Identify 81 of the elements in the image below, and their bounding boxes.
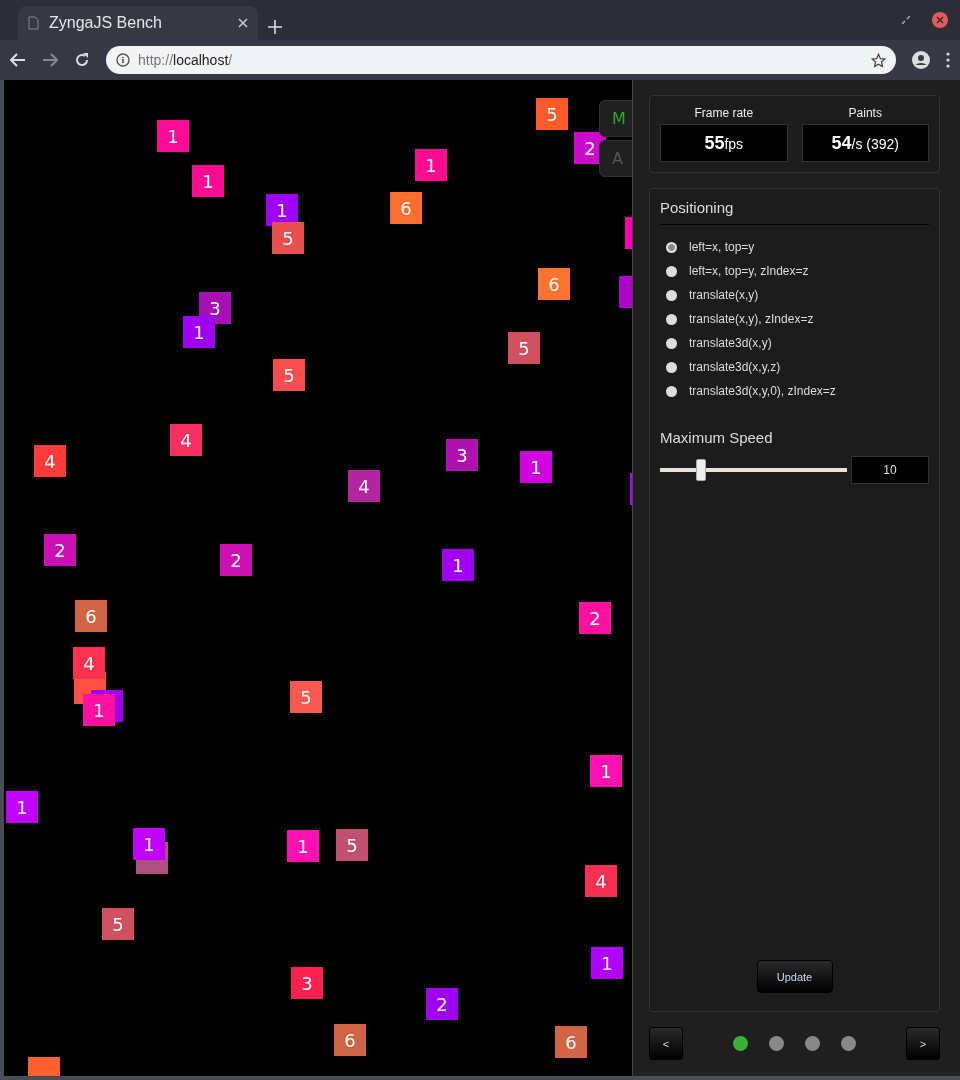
number-tile: 4 bbox=[170, 424, 202, 456]
number-tile: 1 bbox=[83, 694, 115, 726]
option-label: translate3d(x,y,0), zIndex=z bbox=[689, 384, 836, 398]
previous-button[interactable]: < bbox=[649, 1027, 683, 1060]
number-tile: 1 bbox=[6, 791, 38, 823]
radio-button[interactable] bbox=[666, 241, 677, 253]
radio-button[interactable] bbox=[666, 313, 677, 325]
address-bar[interactable]: http://localhost/ bbox=[106, 46, 896, 74]
number-tile: 1 bbox=[157, 120, 189, 152]
number-tile: 6 bbox=[390, 192, 422, 224]
number-tile: 6 bbox=[555, 1026, 587, 1058]
number-tile: 5 bbox=[536, 98, 568, 130]
stat-title: Paints bbox=[848, 106, 882, 120]
radio-button[interactable] bbox=[666, 289, 677, 301]
option-label: translate(x,y) bbox=[689, 288, 759, 302]
option-label: left=x, top=y bbox=[689, 240, 755, 254]
radio-button[interactable] bbox=[666, 385, 677, 397]
forward-icon[interactable] bbox=[42, 53, 58, 67]
side-tab[interactable]: M bbox=[599, 100, 632, 137]
new-tab-icon[interactable] bbox=[268, 20, 282, 34]
number-tile: 1 bbox=[591, 947, 623, 979]
browser-tab[interactable]: ZyngaJS Bench bbox=[18, 6, 258, 40]
option-label: translate3d(x,y) bbox=[689, 336, 772, 350]
number-tile: 2 bbox=[579, 602, 611, 634]
page-icon bbox=[28, 16, 39, 30]
info-icon bbox=[116, 53, 130, 67]
slider-thumb[interactable] bbox=[696, 459, 707, 481]
close-icon[interactable] bbox=[238, 18, 248, 28]
stat-title: Frame rate bbox=[694, 106, 754, 120]
number-tile: 4 bbox=[34, 445, 66, 477]
number-tile: 6 bbox=[75, 600, 107, 632]
option-label: left=x, top=y, zIndex=z bbox=[689, 264, 809, 278]
update-button[interactable]: Update bbox=[756, 960, 833, 993]
menu-icon[interactable] bbox=[946, 52, 950, 68]
number-tile: 4 bbox=[585, 865, 617, 897]
number-tile: 4 bbox=[348, 470, 380, 502]
number-tile: 1 bbox=[590, 755, 622, 787]
number-tile: 2 bbox=[44, 534, 76, 566]
option-label: translate(x,y), zIndex=z bbox=[689, 312, 814, 326]
number-tile: 1 bbox=[133, 828, 165, 860]
section-title: Positioning bbox=[660, 199, 929, 225]
number-tile: 5 bbox=[336, 829, 368, 861]
number-tile: 1 bbox=[192, 165, 224, 197]
stat-value: 54/s (392) bbox=[801, 124, 929, 162]
url-text: http://localhost/ bbox=[138, 52, 234, 68]
radio-button[interactable] bbox=[666, 265, 677, 277]
number-tile: 1 bbox=[520, 451, 552, 483]
section-title: Maximum Speed bbox=[660, 429, 774, 446]
number-tile: 4 bbox=[73, 647, 105, 679]
number-tile: 6 bbox=[334, 1024, 366, 1056]
number-tile: 1 bbox=[266, 194, 298, 226]
page-dot[interactable] bbox=[805, 1036, 820, 1051]
page-dot[interactable] bbox=[733, 1036, 748, 1051]
number-tile: 5 bbox=[290, 681, 322, 713]
number-tile: 1 bbox=[415, 149, 447, 181]
number-tile: 2 bbox=[220, 544, 252, 576]
close-icon[interactable] bbox=[932, 12, 948, 28]
option-label: translate3d(x,y,z) bbox=[689, 360, 781, 374]
next-button[interactable]: > bbox=[906, 1027, 940, 1060]
page-dot[interactable] bbox=[769, 1036, 784, 1051]
back-icon[interactable] bbox=[10, 53, 26, 67]
number-tile: 5 bbox=[508, 332, 540, 364]
number-tile: 5 bbox=[273, 359, 305, 391]
radio-button[interactable] bbox=[666, 337, 677, 349]
speed-field[interactable]: 10 bbox=[851, 456, 929, 484]
radio-button[interactable] bbox=[666, 361, 677, 373]
restore-icon[interactable] bbox=[902, 16, 910, 24]
number-tile: 1 bbox=[442, 549, 474, 581]
number-tile: 5 bbox=[272, 222, 304, 254]
number-tile: 1 bbox=[183, 316, 215, 348]
account-icon[interactable] bbox=[912, 51, 930, 69]
number-tile: 1 bbox=[287, 830, 319, 862]
number-tile: 6 bbox=[538, 268, 570, 300]
stat-value: 55fps bbox=[660, 124, 788, 162]
page-dot[interactable] bbox=[841, 1036, 856, 1051]
star-icon[interactable] bbox=[871, 52, 886, 68]
number-tile: 3 bbox=[291, 967, 323, 999]
number-tile: 2 bbox=[426, 988, 458, 1020]
reload-icon[interactable] bbox=[74, 52, 90, 68]
number-tile: 5 bbox=[102, 908, 134, 940]
number-tile: 3 bbox=[446, 439, 478, 471]
